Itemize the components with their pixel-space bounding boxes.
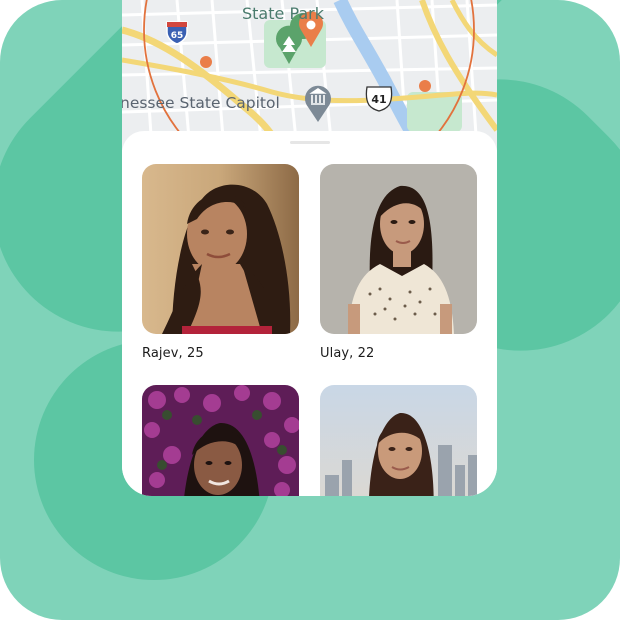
- profile-caption: Rajev, 25: [142, 346, 204, 361]
- capitol-map-label: nessee State Capitol: [122, 94, 280, 112]
- profile-caption: Ulay, 22: [320, 346, 375, 361]
- profile-photo[interactable]: [142, 385, 299, 496]
- map-view[interactable]: 65 41 State Park nessee State Capitol: [122, 0, 497, 196]
- svg-text:65: 65: [171, 31, 184, 41]
- profile-photo[interactable]: [320, 385, 477, 496]
- results-bottom-sheet: Rajev, 25 Ulay, 22: [122, 131, 497, 496]
- park-map-label: State Park: [242, 4, 325, 23]
- profile-card[interactable]: Ulay, 22: [320, 164, 477, 361]
- phone-screen: 65 41 State Park nessee State Capitol Ra…: [122, 0, 497, 496]
- profile-photo[interactable]: [320, 164, 477, 334]
- svg-text:41: 41: [371, 93, 386, 106]
- profile-card[interactable]: [320, 385, 477, 496]
- profile-card[interactable]: Rajev, 25: [142, 164, 299, 361]
- profile-card[interactable]: [142, 385, 299, 496]
- sheet-drag-handle[interactable]: [290, 141, 330, 144]
- profile-photo[interactable]: [142, 164, 299, 334]
